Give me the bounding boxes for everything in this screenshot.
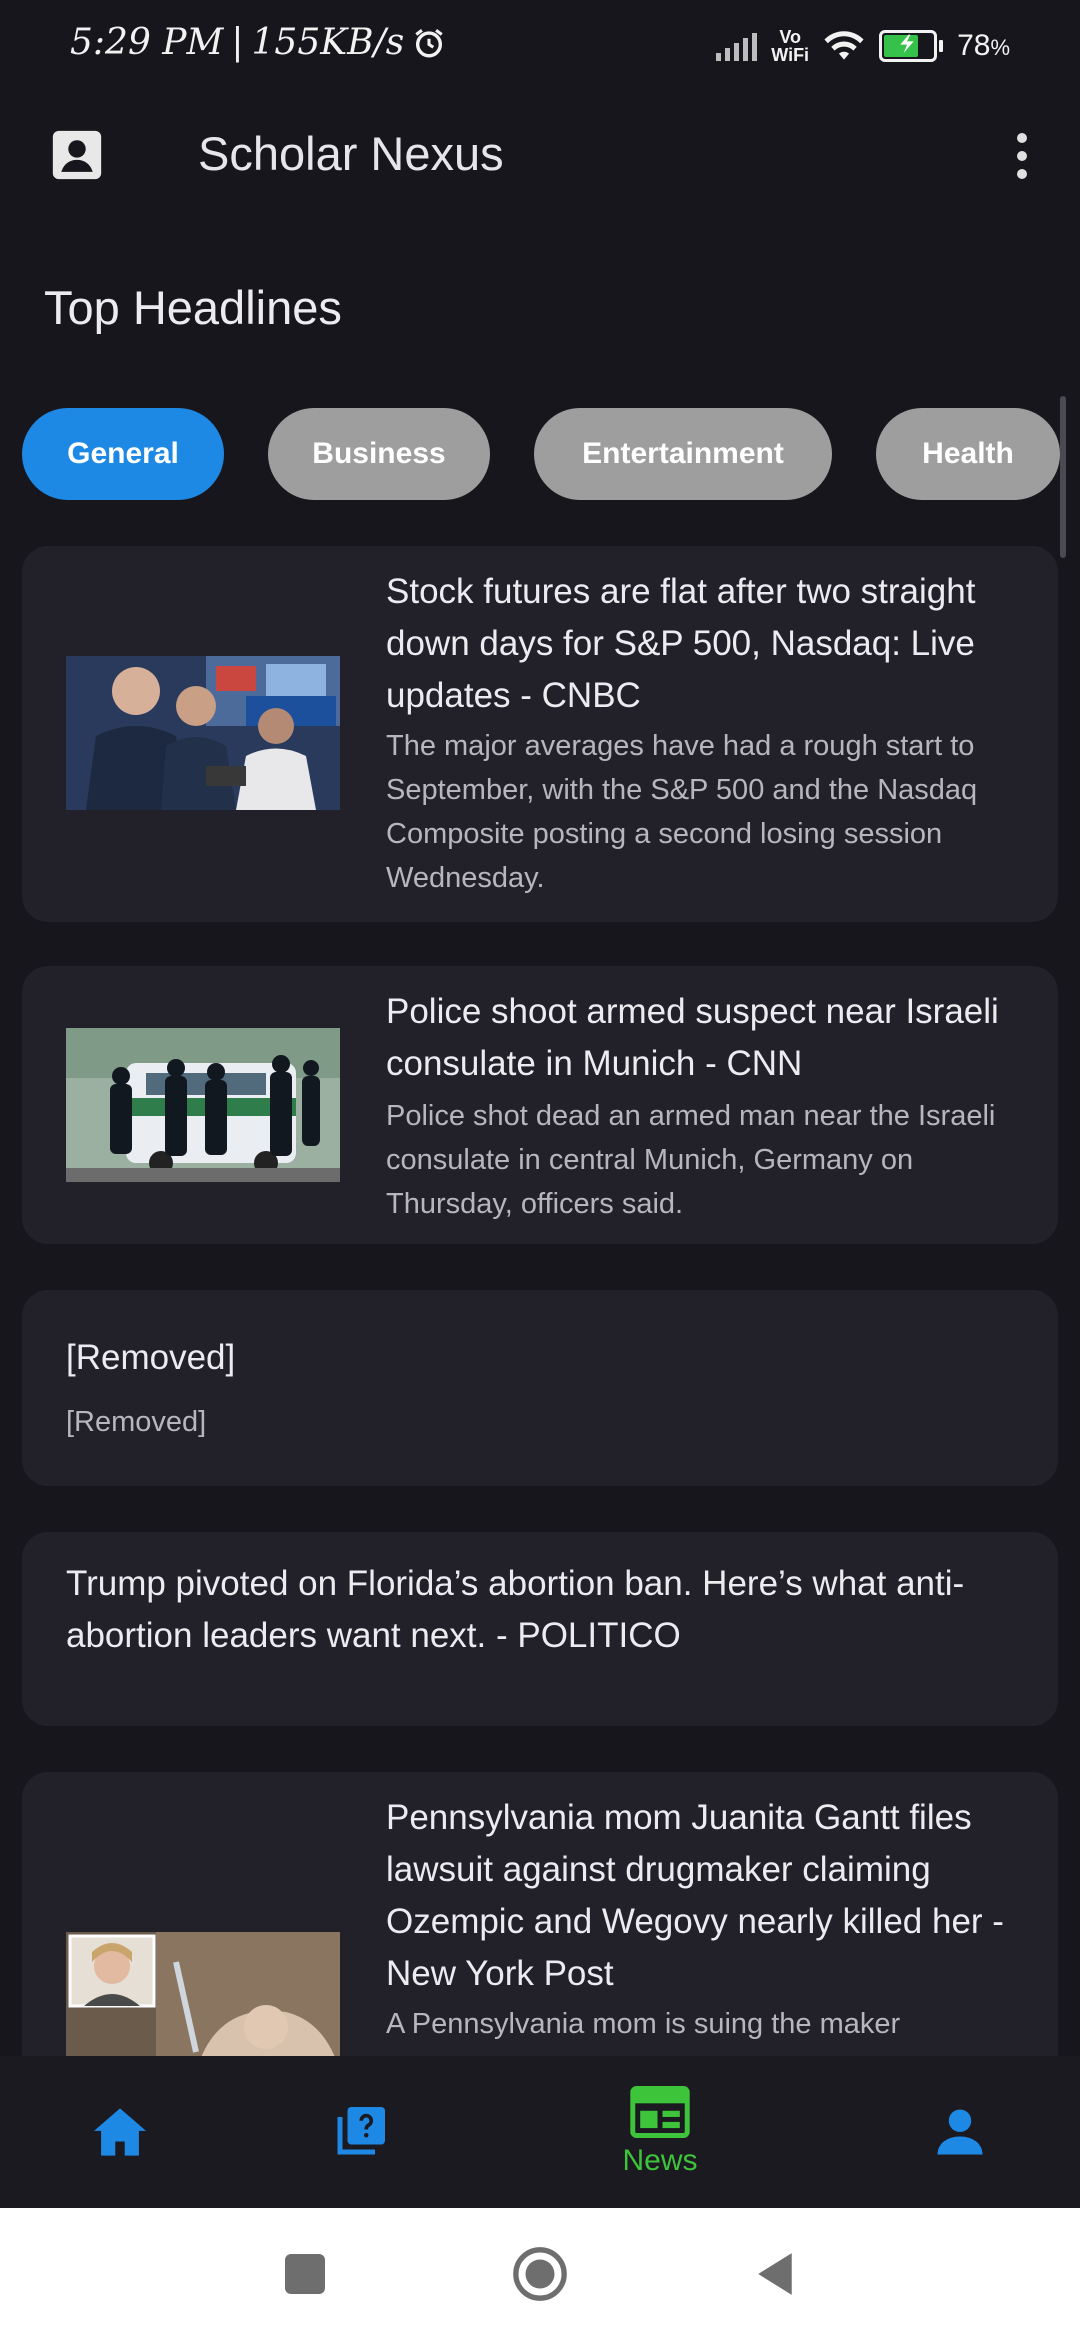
chip-general[interactable]: General [22,408,224,500]
recents-square-icon[interactable] [270,2208,340,2340]
account-box-icon[interactable] [48,126,106,184]
article-title: Pennsylvania mom Juanita Gantt files law… [386,1798,1004,1993]
article-image [66,656,340,810]
home-icon [94,2108,146,2156]
back-triangle-icon[interactable] [740,2208,810,2340]
article-title: [Removed] [66,1338,236,1377]
bottom-navigation: News [0,2056,1080,2208]
network-speed: 155KB/s [251,22,405,63]
status-bar: 5:29 PM | 155KB/s Vo WiFi 78% [0,0,1080,96]
wifi-icon [824,31,864,60]
home-circle-icon[interactable] [505,2208,575,2340]
quiz-icon [337,2107,385,2155]
signal-icon [716,31,758,61]
more-vert-icon[interactable] [1002,126,1042,186]
article-title: Trump pivoted on Florida’s abortion ban.… [66,1564,965,1655]
person-icon [937,2109,983,2155]
article-description: [Removed] [66,1406,207,1438]
article-card[interactable]: Stock futures are flat after two straigh… [22,546,1058,922]
article-image [66,1932,340,2072]
category-chips: General Business Entertainment Health [22,408,1060,500]
chip-entertainment[interactable]: Entertainment [534,408,832,500]
status-time: 5:29 PM [70,22,224,63]
scrollbar[interactable] [1060,396,1066,558]
system-navigation-bar [0,2208,1080,2340]
vowifi-icon: Vo WiFi [771,27,810,65]
nav-quiz[interactable] [300,2056,420,2208]
status-left: 5:29 PM | 155KB/s [70,22,446,63]
alarm-icon [415,28,443,57]
article-title: Stock futures are flat after two straigh… [386,572,976,715]
status-separator: | [231,22,244,63]
article-description: The major averages have had a rough star… [386,730,978,894]
article-card[interactable]: Police shoot armed suspect near Israeli … [22,966,1058,1244]
chip-health[interactable]: Health [876,408,1060,500]
status-right: Vo WiFi 78% [716,28,1010,64]
nav-home[interactable] [60,2056,180,2208]
battery-icon [879,30,944,62]
article-card[interactable]: [Removed] [Removed] [22,1290,1058,1486]
article-card[interactable]: Trump pivoted on Florida’s abortion ban.… [22,1532,1058,1726]
chip-business[interactable]: Business [268,408,490,500]
article-card[interactable]: Pennsylvania mom Juanita Gantt files law… [22,1772,1058,2072]
nav-news[interactable]: News [600,2056,720,2208]
section-title: Top Headlines [44,281,342,334]
battery-percent: 78% [957,29,1010,62]
article-title: Police shoot armed suspect near Israeli … [386,992,999,1083]
nav-profile[interactable] [900,2056,1020,2208]
article-description: Police shot dead an armed man near the I… [386,1100,996,1220]
article-image [66,1028,340,1182]
app-bar: Scholar Nexus [0,96,1080,214]
nav-news-label: News [622,2144,698,2177]
newspaper-icon [630,2086,690,2138]
app-title: Scholar Nexus [198,127,504,180]
article-description: A Pennsylvania mom is suing the maker [386,2008,901,2040]
